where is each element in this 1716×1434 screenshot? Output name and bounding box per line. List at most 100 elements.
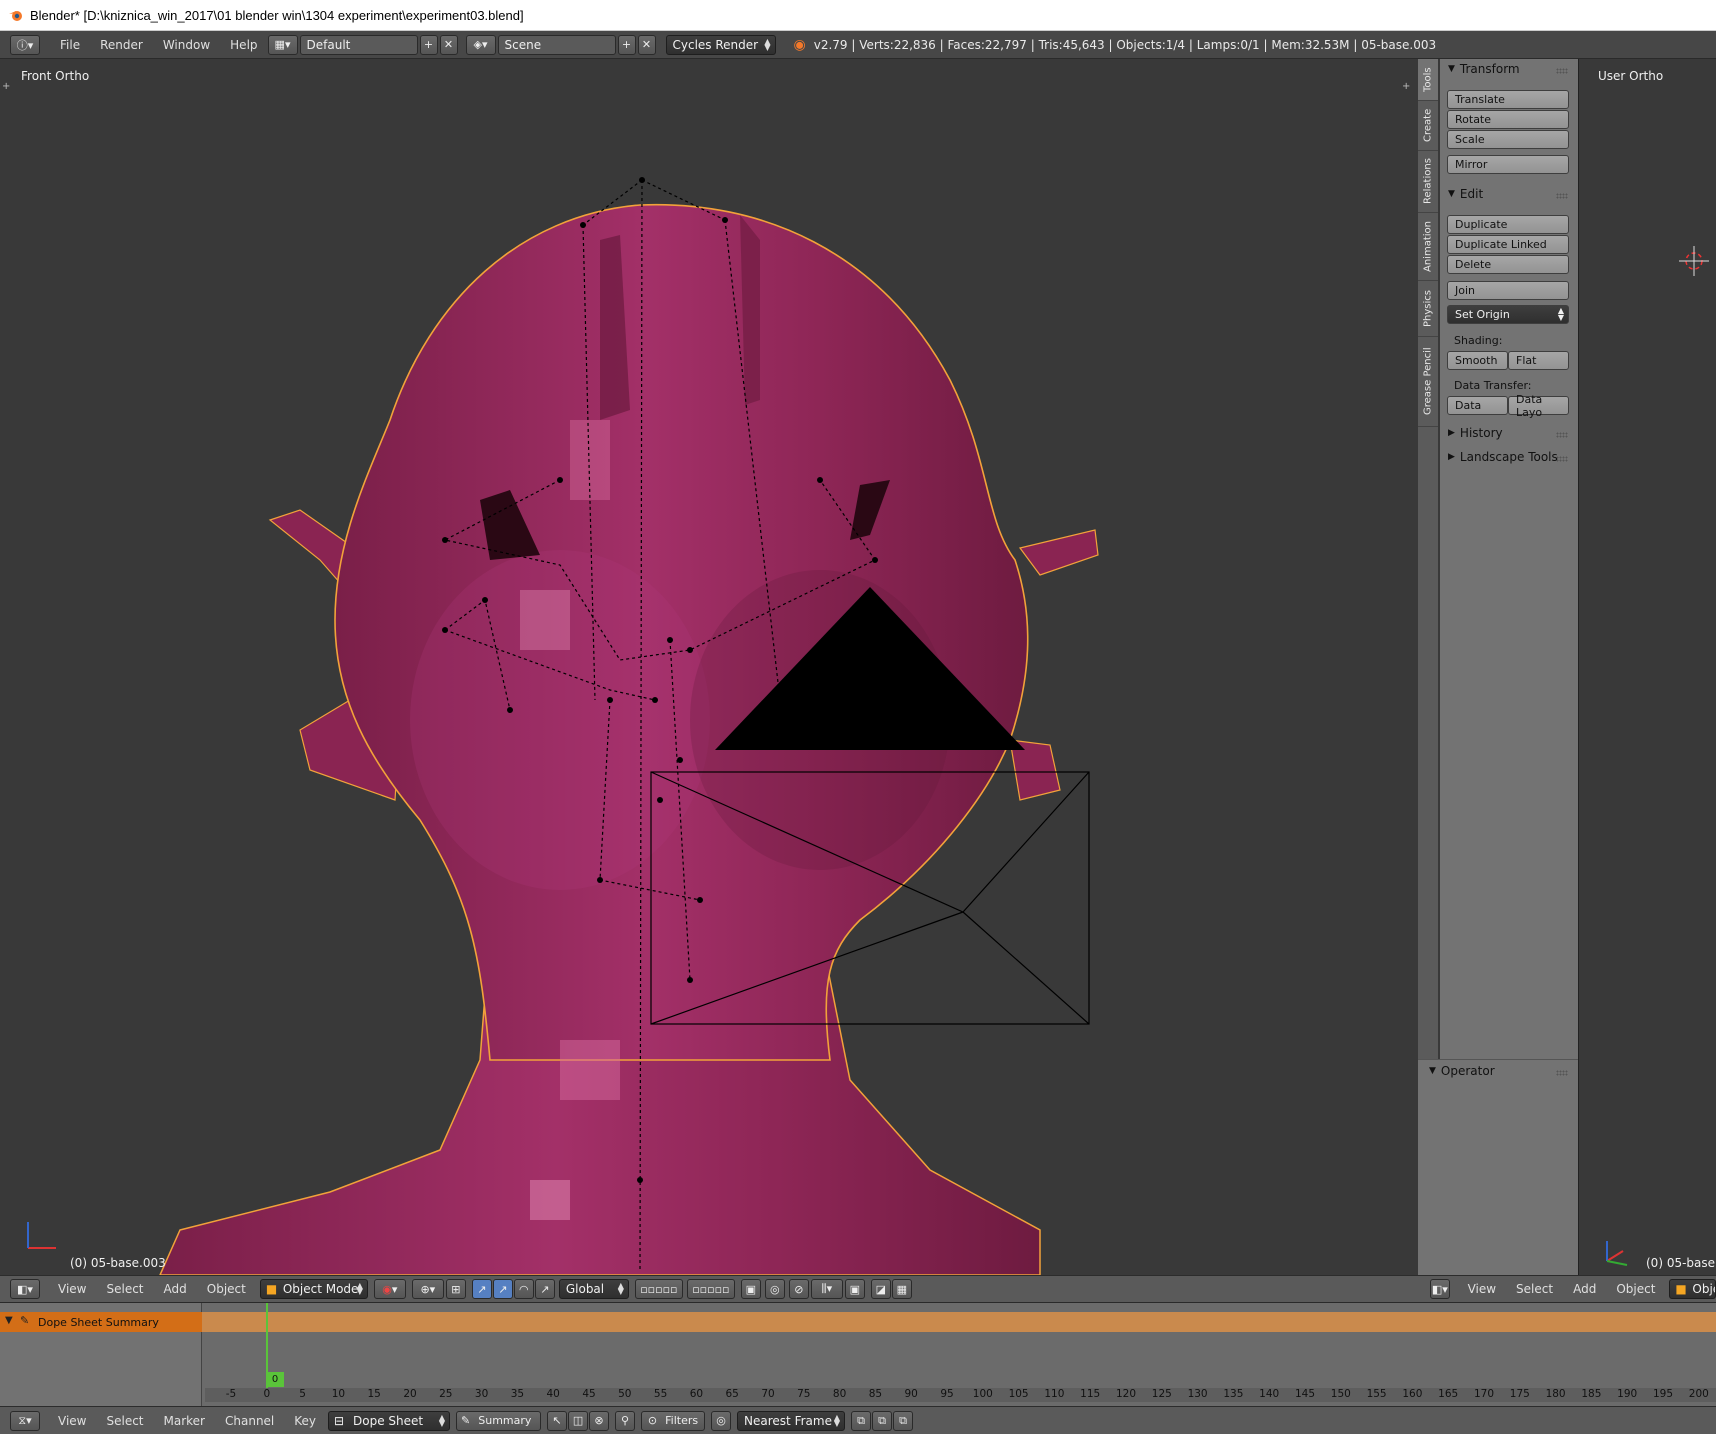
manipulator-toggle-icon[interactable]: ⊞	[445, 1279, 466, 1299]
remove-scene-icon[interactable]: ✕	[637, 34, 656, 55]
object-mode-dropdown[interactable]: ■ Object Mode ▲ ▼	[259, 1279, 368, 1299]
auto-snap-dropdown[interactable]: Nearest Frame ▲ ▼	[737, 1410, 846, 1431]
menu-object[interactable]: Object	[197, 1282, 256, 1296]
render-animation-icon[interactable]: ▦	[891, 1279, 912, 1299]
rotate-manipulator-icon[interactable]: ↗	[492, 1279, 513, 1299]
copy-keyframes-icon[interactable]: ⧉	[851, 1410, 872, 1431]
editor-type-info-button[interactable]: ⓘ▾	[10, 34, 40, 55]
scale-manipulator-icon[interactable]: ◠	[513, 1279, 534, 1299]
ds-menu-select[interactable]: Select	[96, 1414, 153, 1428]
only-selected-icon[interactable]: ↖	[547, 1410, 568, 1431]
ds-menu-marker[interactable]: Marker	[154, 1414, 215, 1428]
menu-render[interactable]: Render	[90, 38, 153, 52]
panel-drag-handle-icon[interactable]	[1556, 193, 1568, 199]
transform-orientation-dropdown[interactable]: Global ▲ ▼	[558, 1279, 629, 1299]
duplicate-button[interactable]: Duplicate	[1447, 215, 1569, 234]
panel-edit-header[interactable]: ▼ Edit	[1448, 187, 1483, 201]
search-icon[interactable]: ⚲	[615, 1410, 636, 1431]
menu-help[interactable]: Help	[220, 38, 267, 52]
viewport-corner-plus-right-icon[interactable]: +	[1402, 81, 1412, 92]
menu-window[interactable]: Window	[153, 38, 220, 52]
menu-view[interactable]: View	[48, 1282, 96, 1296]
tab-grease-pencil[interactable]: Grease Pencil	[1418, 337, 1438, 427]
panel-transform-header[interactable]: ▼ Transform	[1448, 62, 1520, 76]
add-scene-icon[interactable]: +	[617, 34, 636, 55]
data-transfer-button[interactable]: Data	[1447, 396, 1508, 415]
data-layout-button[interactable]: Data Layo	[1508, 393, 1569, 419]
frame-ruler[interactable]: -5 0 5 10 15 20 25 30 35 40 45 50 55 60 65 70 75 80 85 90 95…	[205, 1388, 1716, 1402]
set-origin-dropdown[interactable]: Set Origin ▲ ▼	[1447, 305, 1569, 324]
expand-triangle-icon[interactable]: ▼	[5, 1315, 13, 1326]
translate-manipulator-icon[interactable]: ↗	[471, 1279, 492, 1299]
tab-create[interactable]: Create	[1418, 101, 1438, 151]
render-opengl-icon[interactable]: ◪	[870, 1279, 891, 1299]
layers-grid-2[interactable]: ▫▫▫▫▫	[686, 1279, 735, 1299]
snap-target-icon[interactable]: ▣	[844, 1279, 865, 1299]
3d-cursor-icon[interactable]	[1679, 246, 1709, 276]
right-menu-object[interactable]: Object	[1606, 1282, 1665, 1296]
scene-field[interactable]: Scene	[497, 34, 616, 55]
show-hidden-icon[interactable]: ◫	[568, 1410, 589, 1431]
panel-drag-handle-icon[interactable]	[1556, 432, 1568, 438]
ds-menu-view[interactable]: View	[48, 1414, 96, 1428]
viewport-corner-plus-icon[interactable]: +	[2, 81, 12, 92]
snap-toggle-icon[interactable]: ⊘	[788, 1279, 809, 1299]
dope-sheet-summary-channel[interactable]: ▼ ✎ Dope Sheet Summary	[0, 1312, 202, 1332]
layers-grid-1[interactable]: ▫▫▫▫▫	[634, 1279, 683, 1299]
mirror-button[interactable]: Mirror	[1447, 155, 1569, 174]
tab-relations[interactable]: Relations	[1418, 151, 1438, 213]
tab-tools[interactable]: Tools	[1418, 59, 1438, 101]
viewport-shading-icon[interactable]: ◉ ▾	[373, 1279, 406, 1299]
duplicate-linked-button[interactable]: Duplicate Linked	[1447, 235, 1569, 254]
tab-animation[interactable]: Animation	[1418, 213, 1438, 281]
tab-physics[interactable]: Physics	[1418, 281, 1438, 337]
pivot-point-icon[interactable]: ⊕▾	[411, 1279, 444, 1299]
paste-keyframes-icon[interactable]: ⧉	[872, 1410, 893, 1431]
translate-button[interactable]: Translate	[1447, 90, 1569, 109]
screen-layout-field[interactable]: Default	[299, 34, 418, 55]
join-button[interactable]: Join	[1447, 281, 1569, 300]
filters-button[interactable]: ⊙ Filters	[641, 1410, 706, 1431]
delete-button[interactable]: Delete	[1447, 255, 1569, 274]
proportional-edit-icon[interactable]: ◎	[764, 1279, 785, 1299]
render-engine-dropdown[interactable]: Cycles Render ▲ ▼	[665, 34, 776, 55]
editor-type-3d-button[interactable]: ◧▾	[10, 1279, 40, 1299]
scene-icon[interactable]: ◈▾	[465, 34, 496, 55]
panel-operator-header[interactable]: ▼ Operator	[1429, 1064, 1495, 1078]
panel-drag-handle-icon[interactable]	[1556, 1070, 1568, 1076]
layer-lock-icon[interactable]: ▣	[740, 1279, 761, 1299]
ds-menu-key[interactable]: Key	[284, 1414, 326, 1428]
menu-file[interactable]: File	[50, 38, 90, 52]
right-menu-add[interactable]: Add	[1563, 1282, 1606, 1296]
menu-select[interactable]: Select	[96, 1282, 153, 1296]
3d-viewport[interactable]: + +	[0, 59, 1418, 1275]
panel-drag-handle-icon[interactable]	[1556, 456, 1568, 462]
add-layout-icon[interactable]: +	[419, 34, 438, 55]
screen-layout-icon[interactable]: ▦▾	[267, 34, 298, 55]
menu-add[interactable]: Add	[154, 1282, 197, 1296]
snap-element-icon[interactable]: ⫼▾	[810, 1279, 843, 1299]
dope-sheet-mode-dropdown[interactable]: ⊟ Dope Sheet ▲ ▼	[328, 1410, 451, 1431]
auto-snap-icon[interactable]: ◎	[711, 1410, 732, 1431]
editor-type-right-button[interactable]: ◧▾	[1430, 1279, 1450, 1299]
scale-manipulator2-icon[interactable]: ↗	[534, 1279, 555, 1299]
remove-layout-icon[interactable]: ✕	[439, 34, 458, 55]
ds-menu-channel[interactable]: Channel	[215, 1414, 284, 1428]
shading-flat-button[interactable]: Flat	[1508, 351, 1569, 370]
rotate-button[interactable]: Rotate	[1447, 110, 1569, 129]
panel-drag-handle-icon[interactable]	[1556, 68, 1568, 74]
panel-history-header[interactable]: ▶ History	[1448, 426, 1503, 440]
only-errors-icon[interactable]: ⊗	[589, 1410, 610, 1431]
shading-smooth-button[interactable]: Smooth	[1447, 351, 1508, 370]
right-object-mode-dropdown[interactable]: ■Object M	[1669, 1279, 1716, 1299]
current-frame-indicator[interactable]: 0	[266, 1372, 284, 1387]
right-menu-select[interactable]: Select	[1506, 1282, 1563, 1296]
paste-flipped-icon[interactable]: ⧉	[893, 1410, 914, 1431]
summary-toggle-button[interactable]: ✎ Summary	[456, 1410, 542, 1431]
editor-type-dopesheet-button[interactable]: ⧖▾	[10, 1410, 40, 1431]
dope-sheet-editor[interactable]: ▼ ✎ Dope Sheet Summary 0 -5 0 5 10 15 20 25 30 3…	[0, 1302, 1716, 1406]
right-3d-viewport[interactable]: User Ortho (0) 05-base.0	[1578, 59, 1716, 1275]
right-menu-view[interactable]: View	[1458, 1282, 1506, 1296]
panel-landscape-header[interactable]: ▶ Landscape Tools	[1448, 450, 1558, 464]
scale-button[interactable]: Scale	[1447, 130, 1569, 149]
